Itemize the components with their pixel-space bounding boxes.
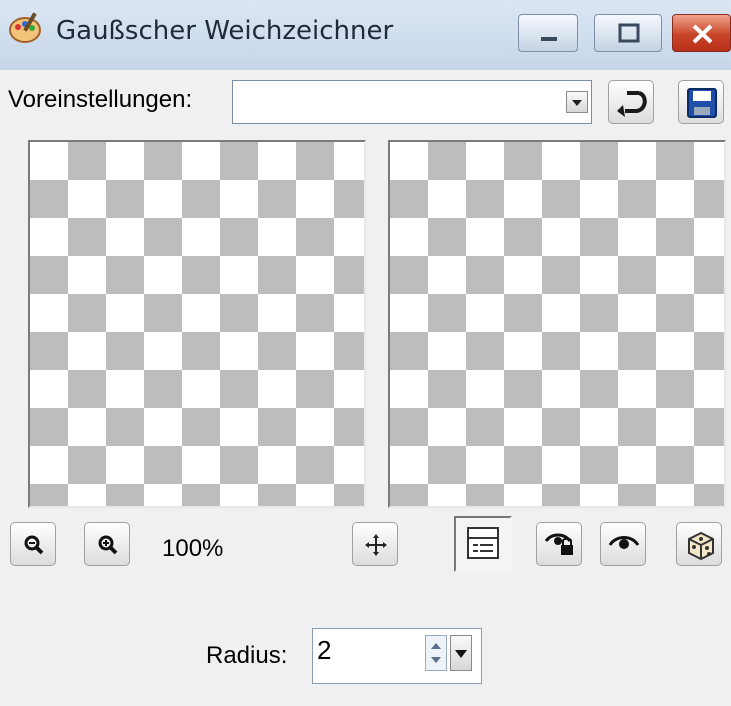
maximize-icon <box>618 23 640 43</box>
save-disk-icon <box>687 88 717 118</box>
maximize-button[interactable] <box>594 14 662 52</box>
randomize-button[interactable] <box>676 522 722 566</box>
eye-lock-icon <box>544 533 573 555</box>
radius-input[interactable]: 2 <box>312 628 482 684</box>
chevron-down-icon[interactable] <box>450 635 472 671</box>
result-preview[interactable] <box>388 140 726 508</box>
minimize-button[interactable] <box>518 14 578 52</box>
minimize-icon <box>541 37 557 41</box>
zoom-level: 100% <box>162 535 224 562</box>
original-preview[interactable] <box>28 140 366 508</box>
presets-label: Voreinstellungen: <box>8 86 193 113</box>
dice-icon <box>688 531 714 561</box>
close-icon <box>692 24 713 44</box>
zoom-in-button[interactable] <box>84 522 130 566</box>
zoom-in-icon <box>98 535 118 555</box>
title-bar[interactable]: Gaußscher Weichzeichner <box>0 0 731 70</box>
zoom-out-icon <box>24 535 44 555</box>
reset-presets-button[interactable] <box>608 80 654 124</box>
radius-value: 2 <box>317 635 332 665</box>
window-title: Gaußscher Weichzeichner <box>56 16 394 46</box>
chevron-down-icon[interactable] <box>566 91 588 113</box>
auto-proof-button[interactable] <box>536 522 582 566</box>
preview-panel-icon <box>467 527 499 559</box>
move-crosshair-icon <box>365 534 387 556</box>
spin-arrows-icon[interactable] <box>425 635 447 671</box>
pan-button[interactable] <box>352 522 398 566</box>
paint-palette-icon <box>9 12 41 43</box>
save-preset-button[interactable] <box>678 80 724 124</box>
presets-dropdown[interactable] <box>232 80 592 124</box>
close-button[interactable] <box>672 14 731 52</box>
zoom-out-button[interactable] <box>10 522 56 566</box>
reset-arrow-icon <box>617 91 647 117</box>
proof-toggle-button[interactable] <box>454 516 512 572</box>
eye-icon <box>608 536 640 549</box>
proof-preview-button[interactable] <box>600 522 646 566</box>
radius-label: Radius: <box>206 642 288 669</box>
